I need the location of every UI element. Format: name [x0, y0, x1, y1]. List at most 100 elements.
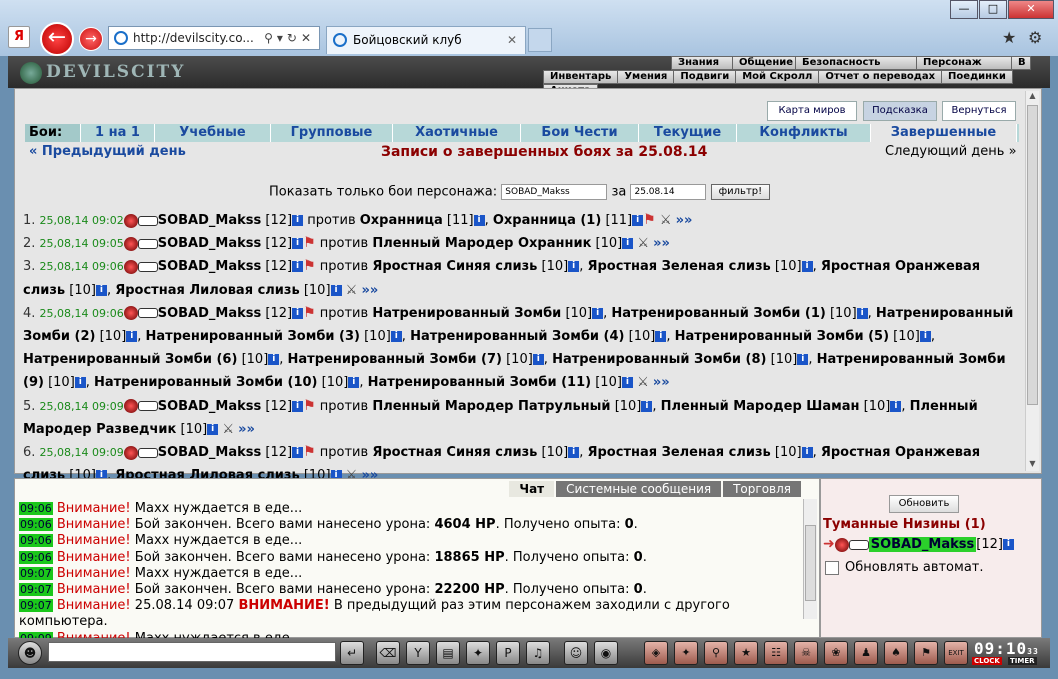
magic-icon[interactable]: ✦ — [674, 641, 698, 665]
player-entry[interactable]: ➜ SOBAD_Makss [12] i — [823, 536, 1014, 552]
info-icon[interactable]: i — [292, 238, 304, 250]
smiles-icon[interactable]: ☺ — [564, 641, 588, 665]
enemy-name[interactable]: Яростная Зеленая слизь — [587, 259, 770, 274]
enemy-name[interactable]: Яростная Лиловая слизь — [115, 283, 299, 298]
info-icon[interactable]: i — [632, 215, 644, 226]
info-icon[interactable]: i — [890, 400, 902, 412]
crossed-swords-icon[interactable]: ⚔ — [222, 422, 234, 437]
player-name[interactable]: SOBAD_Makss — [158, 399, 262, 414]
info-icon[interactable]: i — [292, 261, 304, 273]
exit-icon[interactable]: EXIT — [944, 641, 968, 665]
message-time[interactable]: 09:06 — [19, 502, 53, 515]
menu-moy-skroll[interactable]: Мой Скролл — [735, 70, 820, 84]
scroll-up-icon[interactable]: ▲ — [1026, 91, 1039, 103]
browser-tab[interactable]: Бойцовский клуб ✕ — [326, 26, 526, 54]
info-icon[interactable]: i — [568, 447, 580, 459]
spider-icon[interactable]: ❀ — [824, 641, 848, 665]
enemy-name[interactable]: Охранница (1) — [493, 213, 601, 228]
info-icon[interactable]: i — [592, 307, 604, 319]
battle-log-link[interactable]: »» — [238, 422, 255, 437]
auto-refresh-row[interactable]: Обновлять автомат. — [825, 560, 984, 575]
tab-training[interactable]: Учебные — [155, 124, 271, 142]
menu-poedinki[interactable]: Поединки — [941, 70, 1013, 84]
back-button[interactable]: ← — [40, 22, 74, 56]
player-name[interactable]: SOBAD_Makss — [158, 445, 262, 460]
enemy-name[interactable]: Натренированный Зомби — [372, 306, 561, 321]
info-icon[interactable]: i — [74, 377, 86, 389]
info-icon[interactable]: i — [126, 331, 138, 343]
friends-icon[interactable]: ♠ — [884, 641, 908, 665]
info-icon[interactable]: i — [330, 284, 342, 296]
chat-input[interactable] — [48, 642, 336, 662]
sound-icon[interactable]: ♫ — [526, 641, 550, 665]
player-name[interactable]: SOBAD_Makss — [158, 259, 262, 274]
gear-icon[interactable]: ⚙ — [1028, 28, 1042, 47]
info-icon[interactable]: i — [568, 261, 580, 273]
info-icon[interactable]: i — [207, 423, 219, 435]
main-scrollbar[interactable]: ▲ ▼ — [1025, 91, 1039, 471]
crossed-swords-icon[interactable]: ⚔ — [346, 283, 358, 298]
refresh-button[interactable]: Обновить — [889, 495, 959, 513]
fighter-icon[interactable]: ✦ — [466, 641, 490, 665]
flag-icon[interactable]: ⚑ — [914, 641, 938, 665]
next-day-link[interactable]: Следующий день » — [885, 144, 1017, 159]
info-icon[interactable]: i — [621, 377, 633, 389]
info-icon[interactable]: i — [801, 261, 813, 273]
monster-icon[interactable]: ☠ — [794, 641, 818, 665]
info-icon[interactable]: i — [390, 331, 402, 343]
player-name[interactable]: SOBAD_Makss — [158, 306, 262, 321]
menu-inventar[interactable]: Инвентарь — [543, 70, 619, 84]
info-icon[interactable]: i — [856, 307, 868, 319]
info-icon[interactable]: i — [348, 377, 360, 389]
tab-chat[interactable]: Чат — [509, 481, 555, 497]
menu-more[interactable]: В — [1011, 56, 1031, 70]
battle-log-link[interactable]: »» — [676, 213, 693, 228]
info-icon[interactable]: i — [292, 215, 304, 226]
message-time[interactable]: 09:06 — [19, 534, 53, 548]
enemy-name[interactable]: Яростная Синяя слизь — [372, 259, 537, 274]
tab-conflicts[interactable]: Конфликты — [737, 124, 871, 142]
enemy-name[interactable]: Яростная Синяя слизь — [372, 445, 537, 460]
crossed-swords-icon[interactable]: ⚔ — [637, 236, 649, 251]
yandex-icon[interactable]: Я — [8, 26, 30, 48]
battle-log-link[interactable]: »» — [653, 375, 670, 390]
smiley-head-icon[interactable]: ☻ — [18, 641, 42, 665]
private-icon[interactable]: P — [496, 641, 520, 665]
player-name[interactable]: SOBAD_Makss — [868, 537, 977, 552]
hint-button[interactable]: Подсказка — [863, 101, 937, 121]
enemy-name[interactable]: Охранница — [360, 213, 443, 228]
enemy-name[interactable]: Натренированный Зомби (10) — [94, 375, 317, 390]
enemy-name[interactable]: Натренированный Зомби (4) — [410, 329, 624, 344]
player-name[interactable]: SOBAD_Makss — [158, 236, 262, 251]
enemy-name[interactable]: Натренированный Зомби (6) — [23, 352, 237, 367]
eraser-icon[interactable]: ⌫ — [376, 641, 400, 665]
auto-refresh-checkbox[interactable] — [825, 560, 839, 575]
crossed-swords-icon[interactable]: ⚔ — [660, 213, 672, 228]
save-icon[interactable]: ▤ — [436, 641, 460, 665]
send-icon[interactable]: ↵ — [340, 641, 364, 665]
scroll-icon[interactable]: ☷ — [764, 641, 788, 665]
info-icon[interactable]: i — [292, 447, 304, 459]
close-tab-icon[interactable]: ✕ — [507, 27, 517, 53]
previous-day-link[interactable]: « Предыдущий день — [29, 144, 186, 159]
enemy-name[interactable]: Натренированный Зомби (3) — [146, 329, 360, 344]
info-icon[interactable]: i — [622, 238, 634, 250]
info-icon[interactable]: i — [292, 307, 304, 319]
inventory-bag-icon[interactable]: ◈ — [644, 641, 668, 665]
enemy-name[interactable]: Пленный Мародер Охранник — [372, 236, 591, 251]
chat-scroll-thumb[interactable] — [805, 525, 816, 601]
scroll-down-icon[interactable]: ▼ — [1026, 459, 1039, 471]
forward-button[interactable]: → — [79, 27, 103, 51]
enemy-name[interactable]: Натренированный Зомби (5) — [675, 329, 889, 344]
info-icon[interactable]: i — [268, 354, 280, 366]
character-name-input[interactable] — [501, 184, 608, 200]
tab-honor[interactable]: Бои Чести — [521, 124, 639, 142]
tab-chaotic[interactable]: Хаотичные — [393, 124, 521, 142]
people-icon[interactable]: ♟ — [854, 641, 878, 665]
battle-log-link[interactable]: »» — [361, 283, 378, 298]
info-icon[interactable]: i — [532, 354, 544, 366]
tab-system[interactable]: Системные сообщения — [556, 481, 722, 497]
favorites-star-icon[interactable]: ★ — [1002, 28, 1016, 47]
address-tools-icon[interactable]: ⚲▾↻✕ — [264, 27, 315, 49]
info-icon[interactable]: i — [473, 215, 485, 226]
